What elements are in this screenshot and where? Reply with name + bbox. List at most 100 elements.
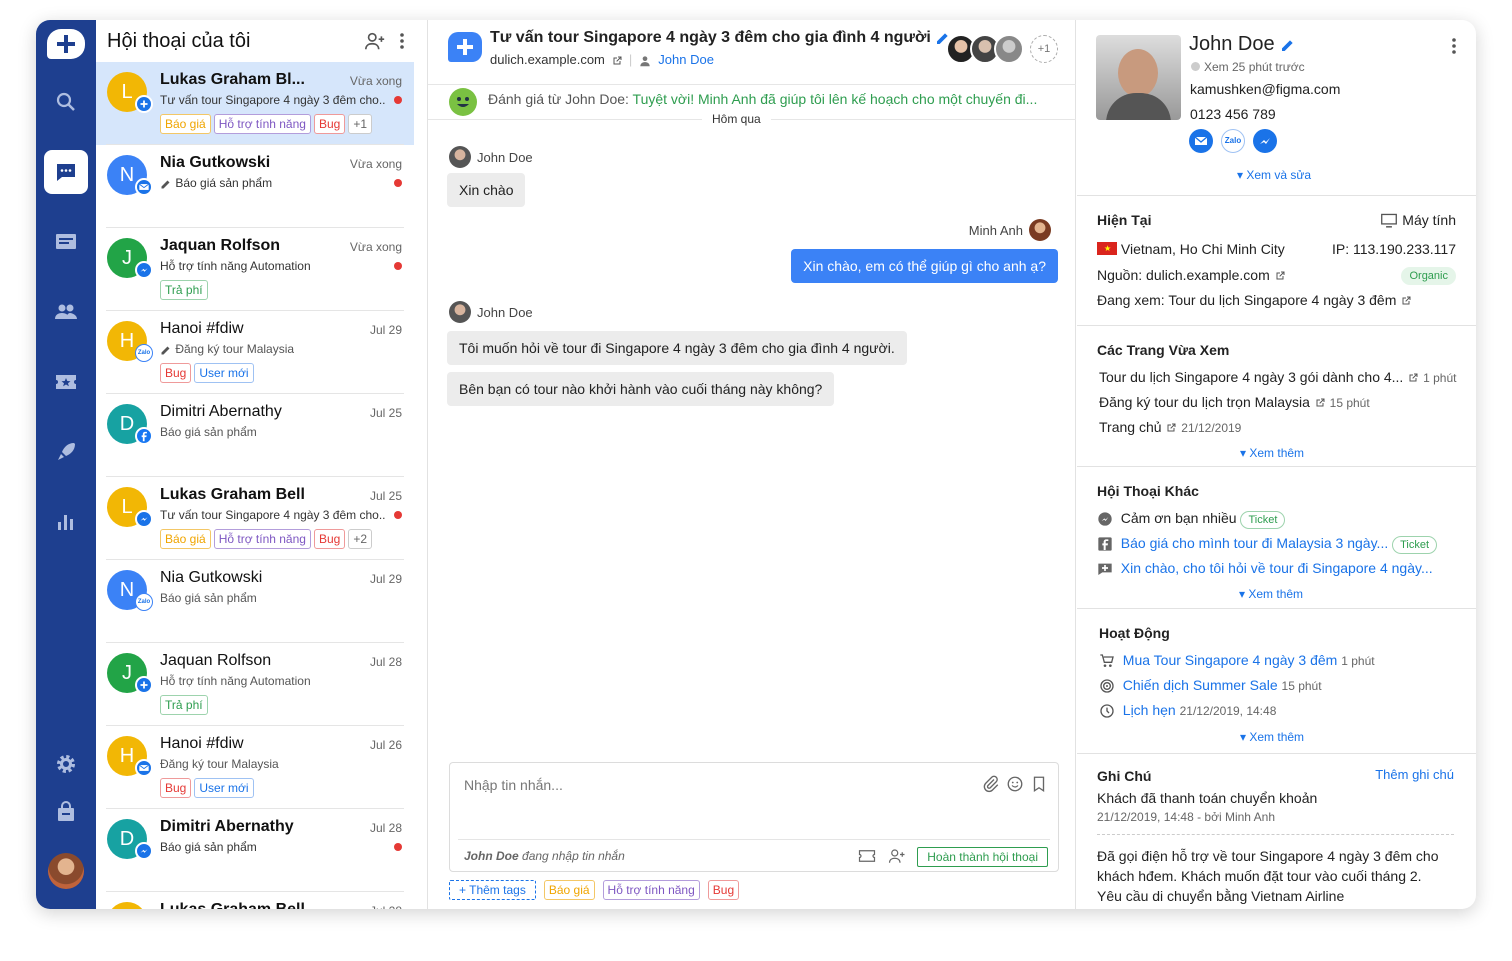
conversation-item[interactable]: J Jaquan Rolfson Vừa xong Hỗ trợ tính năng … [96, 228, 414, 311]
zalo-channel-icon[interactable]: Zalo [1221, 129, 1245, 153]
recent-page[interactable]: Trang chủ 21/12/2019 [1099, 419, 1241, 435]
tag[interactable]: Báo giá [543, 880, 595, 900]
conversation-time: Jul 28 [369, 821, 402, 835]
edit-name-icon[interactable] [1280, 33, 1296, 55]
more-vert-icon[interactable] [398, 30, 406, 57]
tag[interactable]: +2 [348, 529, 373, 549]
reports-icon[interactable] [54, 510, 78, 534]
message-composer[interactable]: Nhập tin nhắn... John Doe đang nhập tin … [449, 762, 1059, 872]
email-channel-icon[interactable] [1189, 129, 1213, 153]
other-more-link[interactable]: ▾ Xem thêm [1239, 587, 1303, 601]
conversation-item[interactable]: N Nia Gutkowski Vừa xong Báo giá sản phẩm [96, 145, 414, 228]
view-edit-link[interactable]: ▾ Xem và sửa [1237, 168, 1311, 182]
conversation-list: Hội thoại của tôi L Lukas Graham Bl... Vừa… [96, 20, 428, 909]
tag[interactable]: Hỗ trợ tính năng [213, 529, 311, 549]
tag[interactable]: Hỗ trợ tính năng [602, 880, 700, 900]
campaign-icon[interactable] [54, 440, 78, 464]
emoji-icon[interactable] [1006, 775, 1024, 798]
messenger-channel-icon[interactable] [1253, 129, 1277, 153]
more-participants[interactable]: +1 [1030, 35, 1058, 63]
conversation-item[interactable]: L Lukas Graham Bell Jul 28 [96, 892, 414, 909]
facebook-channel-icon [135, 427, 153, 445]
search-icon[interactable] [54, 90, 78, 114]
message-input[interactable]: Nhập tin nhắn... [464, 777, 563, 793]
livechat-channel-icon [135, 676, 153, 694]
contact-email[interactable]: kamushken@figma.com [1190, 81, 1340, 97]
complete-conversation-button[interactable]: Hoàn thành hội thoại [917, 847, 1048, 867]
other-conversation[interactable]: Báo giá cho mình tour đi Malaysia 3 ngày… [1097, 535, 1438, 554]
participants[interactable]: +1 [946, 34, 1058, 64]
conversation-time: Vừa xong [349, 74, 402, 88]
activity-title: Hoạt Động [1099, 625, 1170, 641]
conversation-item[interactable]: N Zalo Nia Gutkowski Jul 29 Báo giá sản phẩm [96, 560, 414, 643]
contact-phone[interactable]: 0123 456 789 [1190, 106, 1276, 122]
last-seen: Xem 25 phút trước [1191, 60, 1305, 74]
conversation-item[interactable]: L Lukas Graham Bl... Vừa xong Tư vấn tour S… [96, 62, 414, 145]
contact-photo [1096, 35, 1181, 120]
livechat-channel-icon [135, 95, 153, 113]
external-link-icon[interactable] [611, 52, 623, 67]
add-tags-button[interactable]: + Thêm tags [449, 880, 536, 900]
tag[interactable]: Trả phí [160, 695, 208, 715]
conversation-time: Jul 25 [369, 489, 402, 503]
tag[interactable]: Bug [313, 114, 346, 134]
note-text: Khách đã thanh toán chuyển khoản [1097, 790, 1318, 806]
ticket-icon[interactable] [858, 847, 876, 870]
activity-item[interactable]: Lịch hẹn 21/12/2019, 14:48 [1099, 702, 1276, 719]
more-vert-icon[interactable] [1450, 36, 1458, 61]
tag[interactable]: Báo giá [160, 114, 211, 134]
add-note-link[interactable]: Thêm ghi chú [1375, 767, 1454, 782]
ticket-icon[interactable] [54, 370, 78, 394]
recent-title: Các Trang Vừa Xem [1097, 342, 1230, 358]
conversation-time: Jul 28 [370, 904, 402, 909]
list-header: Hội thoại của tôi [96, 20, 427, 62]
unread-dot [394, 511, 402, 519]
store-icon[interactable] [54, 800, 78, 824]
contacts-icon[interactable] [54, 300, 78, 324]
vietnam-flag-icon: ★ [1097, 242, 1117, 255]
tag[interactable]: Bug [160, 778, 192, 798]
note-meta: 21/12/2019, 14:48 - bởi Minh Anh [1097, 810, 1275, 824]
activity-section: Hoạt Động Mua Tour Singapore 4 ngày 3 đê… [1077, 608, 1476, 753]
activity-item[interactable]: Mua Tour Singapore 4 ngày 3 đêm 1 phút [1099, 652, 1375, 669]
user-avatar[interactable] [48, 853, 84, 889]
viewing-page[interactable]: Đang xem: Tour du lịch Singapore 4 ngày … [1097, 292, 1412, 308]
add-user-icon[interactable] [364, 30, 386, 57]
chat-user-link[interactable]: John Doe [658, 52, 714, 67]
inbox-icon[interactable] [54, 230, 78, 254]
settings-icon[interactable] [54, 752, 78, 776]
contact-name: Lukas Graham Bell [160, 486, 305, 503]
conversation-item[interactable]: L Lukas Graham Bell Jul 25 Tư vấn tour Sing… [96, 477, 414, 560]
conversation-time: Vừa xong [349, 240, 402, 254]
activity-item[interactable]: Chiến dịch Summer Sale 15 phút [1099, 677, 1322, 694]
tag[interactable]: +1 [348, 114, 373, 134]
tag[interactable]: Bug [160, 363, 192, 383]
tag[interactable]: Bug [707, 880, 740, 900]
tag[interactable]: User mới [194, 363, 254, 383]
activity-more-link[interactable]: ▾ Xem thêm [1240, 730, 1304, 744]
tag[interactable]: User mới [194, 778, 254, 798]
chat-icon[interactable] [54, 160, 78, 184]
recent-more-link[interactable]: ▾ Xem thêm [1240, 446, 1304, 460]
tag[interactable]: Hỗ trợ tính năng [213, 114, 311, 134]
bookmark-icon[interactable] [1030, 775, 1048, 798]
tag[interactable]: Trả phí [160, 280, 208, 300]
logo-icon[interactable] [47, 29, 85, 59]
note-divider [1097, 834, 1454, 835]
conversation-item[interactable]: H Hanoi #fdiw Jul 26 Đăng ký tour Malaysia B… [96, 726, 414, 809]
recent-page[interactable]: Đăng ký tour du lịch trọn Malaysia 15 ph… [1099, 394, 1370, 410]
chat-site[interactable]: dulich.example.com [490, 52, 605, 67]
conversation-item[interactable]: D Dimitri Abernathy Jul 28 Báo giá sản phẩm [96, 809, 414, 892]
conversation-time: Vừa xong [349, 157, 402, 171]
other-conversation[interactable]: Cảm ơn bạn nhiều Ticket [1097, 510, 1286, 529]
recent-page[interactable]: Tour du lịch Singapore 4 ngày 3 gói dành… [1099, 369, 1456, 385]
other-conversation[interactable]: Xin chào, cho tôi hỏi về tour đi Singapo… [1097, 560, 1433, 577]
attach-icon[interactable] [982, 775, 1000, 798]
conversation-preview: Báo giá sản phẩm [160, 840, 257, 854]
conversation-item[interactable]: D Dimitri Abernathy Jul 25 Báo giá sản phẩm [96, 394, 414, 477]
tag[interactable]: Bug [313, 529, 346, 549]
conversation-item[interactable]: J Jaquan Rolfson Jul 28 Hỗ trợ tính năng Au… [96, 643, 414, 726]
conversation-item[interactable]: H Zalo Hanoi #fdiw Jul 29 Đăng ký tour Mala… [96, 311, 414, 394]
assign-user-icon[interactable] [888, 847, 906, 870]
tag[interactable]: Báo giá [160, 529, 211, 549]
